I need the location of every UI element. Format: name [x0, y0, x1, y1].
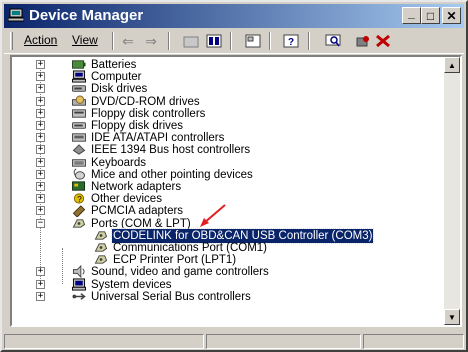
update-driver-icon[interactable]	[354, 33, 372, 49]
expand-plus-icon[interactable]: +	[36, 206, 45, 216]
expand-plus-icon[interactable]: +	[36, 194, 45, 204]
expand-plus-icon[interactable]: +	[36, 267, 45, 277]
expand-plus-icon[interactable]: +	[36, 133, 45, 143]
port-icon	[94, 255, 108, 264]
properties-icon[interactable]	[244, 33, 262, 49]
expand-plus-icon[interactable]: +	[36, 60, 45, 69]
expand-plus-icon[interactable]: +	[36, 121, 45, 130]
toolbar-separator	[308, 32, 310, 50]
keyboard-icon	[72, 158, 86, 167]
expand-plus-icon[interactable]: +	[36, 84, 45, 94]
computer-icon	[72, 70, 86, 83]
expand-plus-icon[interactable]: +	[36, 279, 45, 289]
tree-item-label: Universal Serial Bus controllers	[91, 290, 251, 303]
forward-arrow-icon[interactable]: ⇒	[142, 33, 160, 49]
floppy-controller-icon	[72, 109, 86, 118]
device-tree[interactable]: + Batteries + Computer + Disk drives + DVD/CD-R…	[10, 55, 462, 327]
uninstall-icon[interactable]	[374, 33, 392, 49]
scroll-down-button[interactable]: ▼	[444, 309, 460, 325]
menu-action-label: Action	[24, 33, 58, 47]
toolbar-separator	[168, 32, 170, 50]
toolbar-separator	[230, 32, 232, 50]
unknown-device-icon: ?	[73, 193, 85, 204]
status-panel	[4, 334, 204, 349]
status-panel	[206, 334, 361, 349]
scan-hardware-icon[interactable]	[324, 33, 342, 49]
menu-toolbar: Action View ⇐ ⇒ ?	[4, 29, 464, 54]
port-icon	[94, 243, 108, 252]
expand-plus-icon[interactable]: +	[36, 291, 45, 301]
expand-plus-icon[interactable]: +	[36, 182, 45, 191]
expand-plus-icon[interactable]: +	[36, 96, 45, 106]
title-bar[interactable]: Device Manager _ □ ✕	[4, 4, 464, 28]
device-manager-window: Device Manager _ □ ✕ Action View ⇐ ⇒ ? +…	[0, 0, 468, 352]
usb-icon	[72, 292, 86, 300]
show-hide-tree-icon[interactable]	[205, 33, 223, 49]
svg-text:?: ?	[77, 194, 82, 204]
red-annotation-arrow	[200, 204, 226, 227]
firewire-icon	[72, 144, 86, 156]
minimize-icon: _	[408, 5, 415, 20]
vertical-scrollbar[interactable]: ▲ ▼	[444, 57, 460, 325]
toolbar-grip[interactable]	[10, 32, 13, 50]
sound-icon	[72, 265, 85, 279]
maximize-icon: □	[426, 8, 435, 23]
disk-drive-icon	[72, 85, 86, 93]
expand-plus-icon[interactable]: +	[36, 72, 45, 82]
toolbar-separator	[269, 32, 271, 50]
tree-connector	[62, 248, 63, 284]
expand-plus-icon[interactable]: +	[36, 108, 45, 118]
expand-plus-icon[interactable]: +	[36, 169, 45, 179]
floppy-drive-icon	[72, 122, 86, 129]
close-button[interactable]: ✕	[442, 7, 461, 24]
close-icon: ✕	[446, 8, 457, 23]
expand-plus-icon[interactable]: +	[36, 157, 45, 167]
up-folder-icon[interactable]	[182, 33, 200, 49]
toolbar-separator	[112, 32, 114, 50]
status-bar	[4, 333, 464, 350]
back-arrow-icon[interactable]: ⇐	[119, 33, 137, 49]
mouse-icon	[73, 168, 86, 180]
help-icon[interactable]: ?	[282, 33, 300, 49]
pcmcia-icon	[72, 205, 86, 218]
port-icon	[72, 218, 86, 228]
collapse-minus-icon[interactable]: −	[36, 218, 45, 228]
maximize-button[interactable]: □	[421, 7, 440, 24]
minimize-button[interactable]: _	[402, 5, 421, 24]
network-adapter-icon	[72, 181, 86, 191]
status-panel	[363, 334, 464, 349]
ide-controller-icon	[72, 133, 86, 142]
menu-action[interactable]: Action	[24, 33, 57, 47]
dvd-icon	[72, 95, 86, 106]
port-icon	[94, 231, 108, 240]
scroll-down-icon: ▼	[448, 312, 456, 322]
expand-plus-icon[interactable]: +	[36, 145, 45, 155]
battery-icon	[72, 60, 86, 69]
scroll-up-icon: ▲	[448, 60, 456, 70]
system-devices-icon	[72, 278, 86, 291]
scroll-up-button[interactable]: ▲	[444, 57, 460, 73]
menu-view-label: View	[72, 33, 98, 47]
menu-view[interactable]: View	[72, 33, 98, 47]
svg-text:?: ?	[288, 37, 294, 48]
window-title: Device Manager	[29, 7, 144, 24]
device-manager-icon	[8, 8, 24, 22]
